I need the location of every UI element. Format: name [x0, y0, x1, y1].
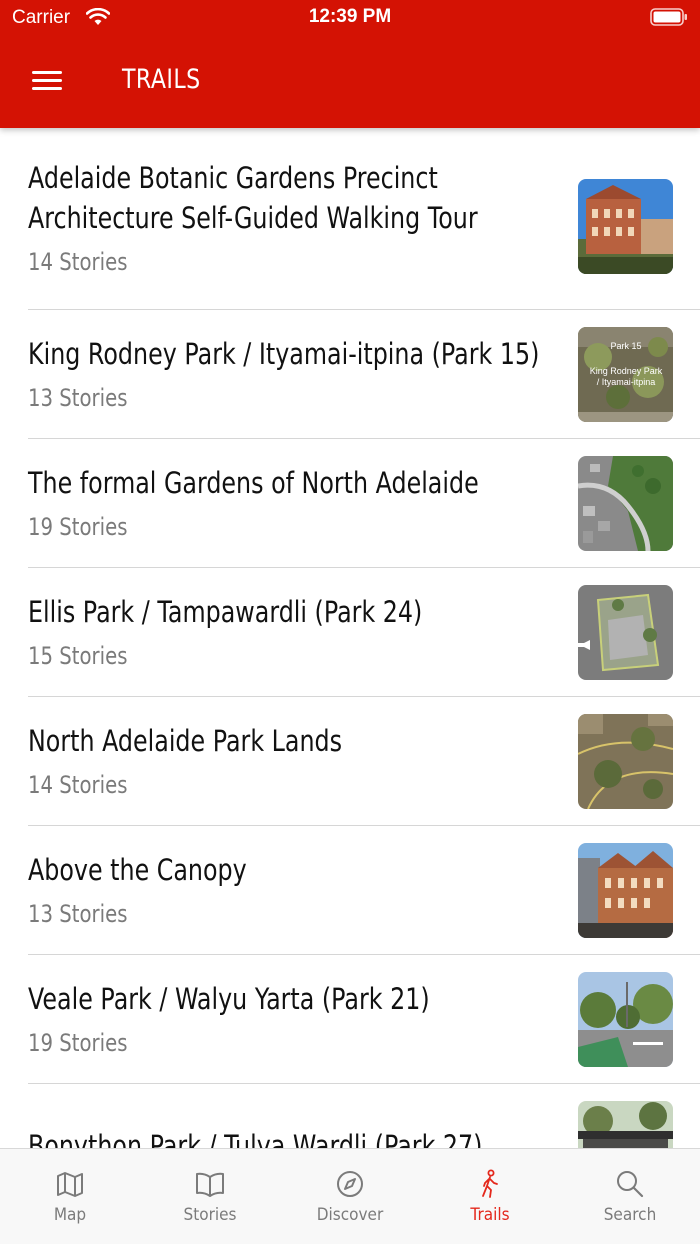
trail-item[interactable]: Bonython Park / Tulya Wardli (Park 27) — [0, 1084, 700, 1148]
park-shelter-thumbnail — [578, 1101, 673, 1148]
trail-story-count: 19 Stories — [28, 512, 128, 541]
tab-label: Stories — [183, 1205, 237, 1225]
tab-label: Map — [53, 1205, 87, 1225]
trail-item[interactable]: Above the Canopy 13 Stories — [0, 826, 700, 955]
trail-item[interactable]: The formal Gardens of North Adelaide 19 … — [0, 439, 700, 568]
trail-title: Ellis Park / Tampawardli (Park 24) — [28, 594, 423, 629]
trail-title: Bonython Park / Tulya Wardli (Park 27) — [28, 1128, 483, 1149]
trail-title-line2: Architecture Self-Guided Walking Tour — [28, 201, 478, 235]
trail-title: Veale Park / Walyu Yarta (Park 21) — [28, 981, 430, 1016]
trail-story-count: 19 Stories — [28, 1028, 128, 1057]
trail-list[interactable]: Adelaide Botanic Gardens Precinct Archit… — [0, 128, 700, 1148]
compass-icon — [337, 1171, 363, 1197]
app-header: Carrier 12:39 PM TRAILS — [0, 0, 700, 128]
thumb-label: / Ityamai-itpina — [597, 377, 656, 387]
search-icon — [617, 1171, 644, 1198]
hamburger-menu-icon[interactable] — [30, 68, 64, 96]
page-title: TRAILS — [122, 64, 201, 95]
tab-label: Trails — [470, 1205, 510, 1225]
thumb-label: Park 15 — [610, 341, 641, 351]
city-building-thumbnail — [578, 843, 673, 938]
street-trees-thumbnail — [578, 972, 673, 1067]
trail-story-count: 14 Stories — [28, 248, 128, 276]
battery-icon — [650, 8, 687, 26]
tab-label: Discover — [316, 1205, 384, 1225]
aerial-map-thumbnail — [578, 714, 673, 809]
trail-item[interactable]: King Rodney Park / Ityamai-itpina (Park … — [0, 310, 700, 439]
thumb-label: King Rodney Park — [590, 366, 663, 376]
trail-item[interactable]: North Adelaide Park Lands 14 Stories — [0, 697, 700, 826]
aerial-map-thumbnail — [578, 456, 673, 551]
bottom-tab-bar: Map Stories Discover Trails Search — [0, 1148, 700, 1244]
book-icon — [196, 1172, 224, 1197]
tab-search[interactable]: Search — [560, 1149, 700, 1244]
trail-title: The formal Gardens of North Adelaide — [28, 465, 479, 500]
trail-title: King Rodney Park / Ityamai-itpina (Park … — [28, 336, 540, 371]
trail-title: Adelaide Botanic Gardens Precinct — [28, 161, 438, 195]
trail-story-count: 15 Stories — [28, 641, 128, 670]
trail-title: Above the Canopy — [28, 852, 247, 887]
tab-label: Search — [603, 1205, 657, 1225]
trail-story-count: 13 Stories — [28, 383, 128, 412]
tab-trails[interactable]: Trails — [420, 1149, 560, 1244]
trail-item[interactable]: Adelaide Botanic Gardens Precinct Archit… — [0, 128, 700, 310]
map-icon — [57, 1172, 83, 1197]
walking-person-icon — [482, 1169, 498, 1198]
tab-map[interactable]: Map — [0, 1149, 140, 1244]
trail-title: North Adelaide Park Lands — [28, 723, 343, 758]
tab-stories[interactable]: Stories — [140, 1149, 280, 1244]
trail-item[interactable]: Ellis Park / Tampawardli (Park 24) 15 St… — [0, 568, 700, 697]
trail-item[interactable]: Veale Park / Walyu Yarta (Park 21) 19 St… — [0, 955, 700, 1084]
trail-story-count: 13 Stories — [28, 899, 128, 928]
trail-story-count: 14 Stories — [28, 770, 128, 799]
aerial-map-thumbnail — [578, 585, 673, 680]
aerial-map-thumbnail: Park 15 King Rodney Park / Ityamai-itpin… — [578, 327, 673, 422]
heritage-building-thumbnail — [578, 179, 673, 274]
status-bar: Carrier 12:39 PM — [0, 0, 700, 38]
tab-discover[interactable]: Discover — [280, 1149, 420, 1244]
status-time: 12:39 PM — [308, 6, 392, 27]
